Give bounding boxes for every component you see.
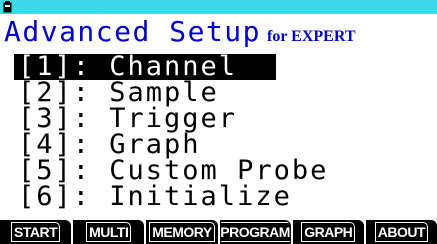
f4-program-button[interactable]: PROGRAM [219,220,291,244]
f1-label: START [11,222,61,242]
page-title: Advanced Setup for EXPERT [4,16,356,48]
battery-icon [3,1,12,13]
menu-item-label: [6]: Initialize [18,181,292,212]
function-key-bar: START MULTI MEMORY PROGRAM GRAPH ABOUT [0,220,437,244]
f5-graph-button[interactable]: GRAPH [292,220,364,244]
setup-menu: [1]: Channel [2]: Sample [3]: Trigger [4… [0,53,437,212]
f3-label: MEMORY [149,222,215,242]
menu-item-initialize[interactable]: [6]: Initialize [0,181,437,212]
f5-label: GRAPH [301,222,356,242]
status-bar [0,0,437,14]
subtitle-text: for EXPERT [267,28,356,45]
f2-label: MULTI [86,222,132,242]
f3-memory-button[interactable]: MEMORY [146,220,218,244]
title-text: Advanced Setup [4,15,262,48]
f6-about-button[interactable]: ABOUT [365,220,437,244]
calculator-screen: Advanced Setup for EXPERT [1]: Channel [2… [0,0,437,244]
f4-label: PROGRAM [220,222,290,242]
f1-start-button[interactable]: START [0,220,72,244]
f2-multi-button[interactable]: MULTI [73,220,145,244]
f6-label: ABOUT [374,222,429,242]
